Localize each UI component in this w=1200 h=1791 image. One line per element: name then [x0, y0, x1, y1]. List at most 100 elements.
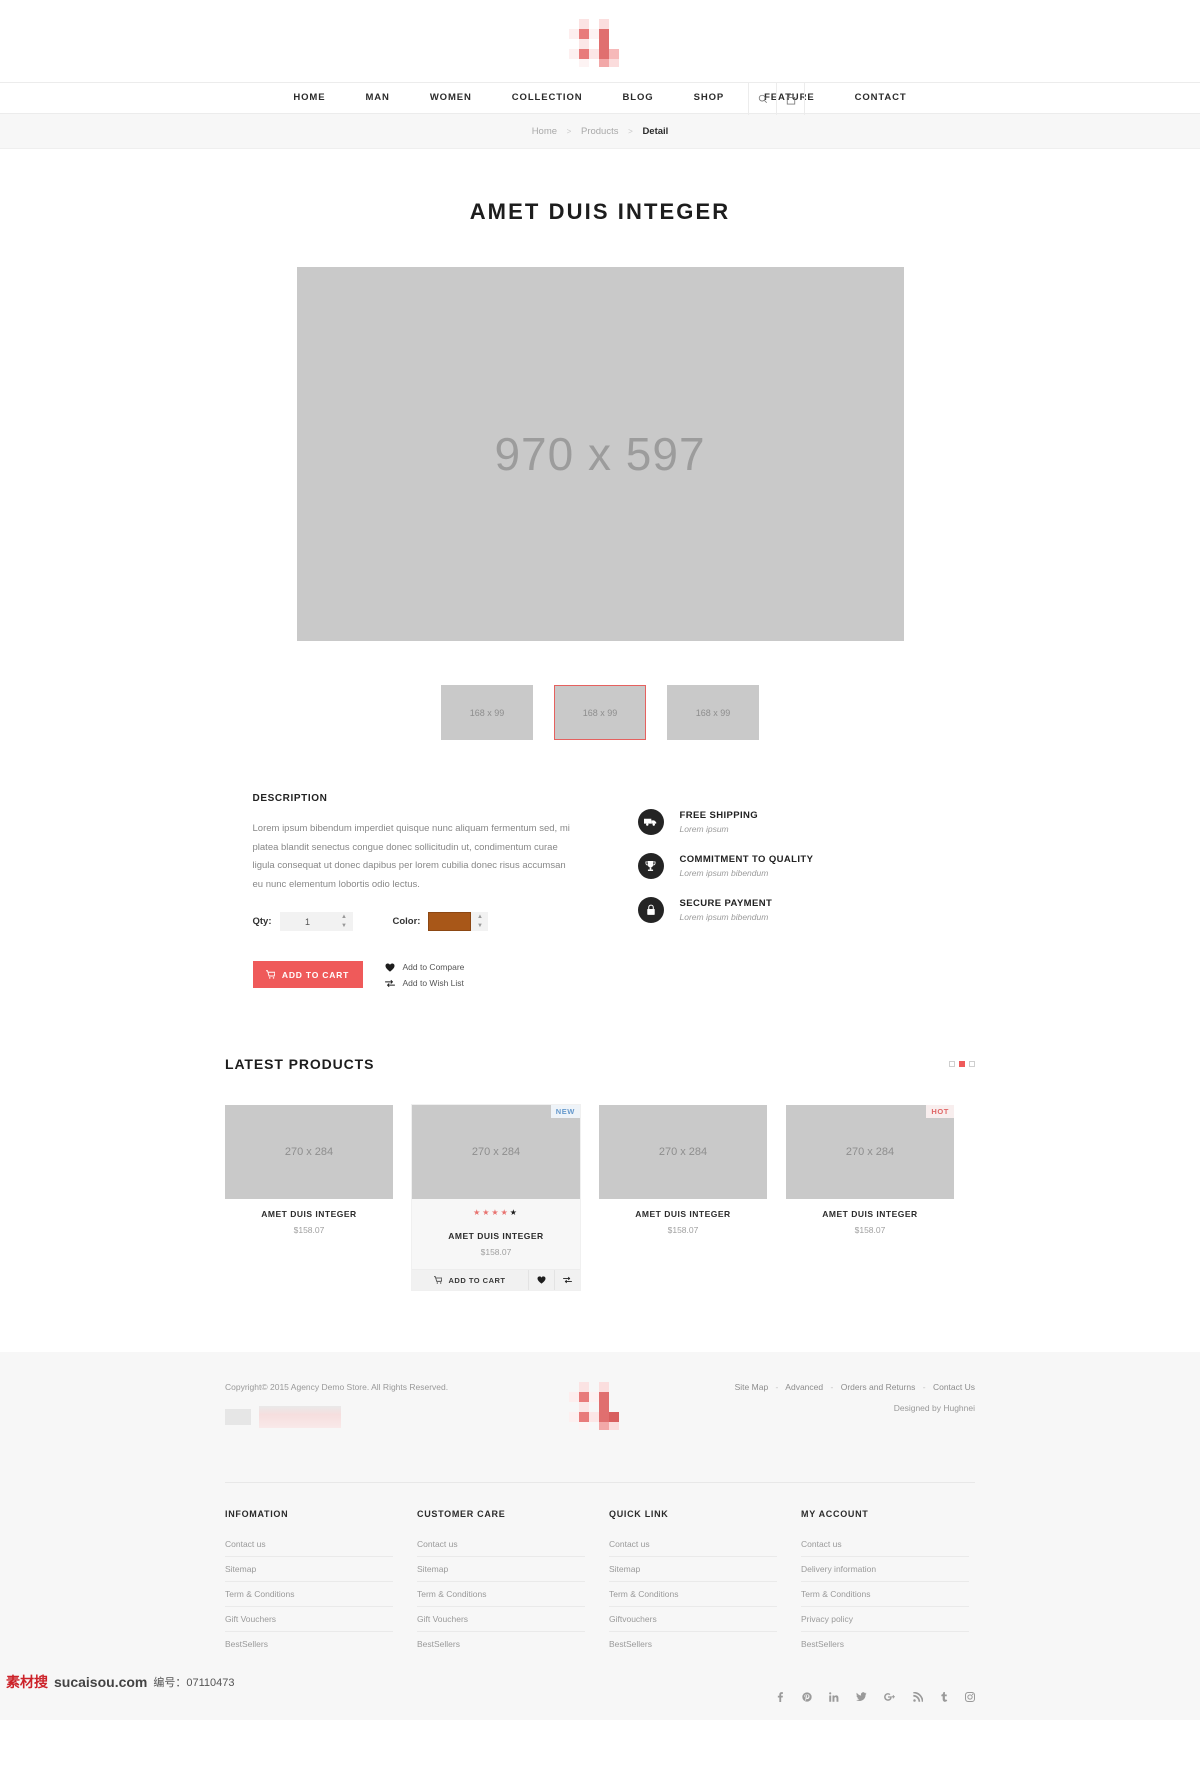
footer-logo[interactable]	[569, 1376, 631, 1437]
footer-col1-link2[interactable]: Term & Conditions	[417, 1582, 585, 1606]
nav-link-collection[interactable]: COLLECTION	[492, 82, 603, 114]
product-card[interactable]: 270 x 284 HOT AMET DUIS INTEGER $158.07	[786, 1105, 954, 1290]
add-to-compare-link[interactable]: Add to Compare	[384, 962, 464, 972]
pinterest-icon[interactable]	[802, 1692, 812, 1702]
card-add-to-cart-button[interactable]: ADD TO CART	[412, 1270, 528, 1291]
footer-link-contact-us[interactable]: Contact Us	[933, 1382, 975, 1392]
footer-col1-link1[interactable]: Sitemap	[417, 1557, 585, 1581]
truck-icon	[637, 809, 664, 835]
footer-col0-link2[interactable]: Term & Conditions	[225, 1582, 393, 1606]
footer-col2-link4[interactable]: BestSellers	[609, 1632, 777, 1656]
footer-link-orders-returns[interactable]: Orders and Returns	[841, 1382, 916, 1392]
quantity-up-icon[interactable]: ▲	[336, 912, 353, 922]
breadcrumb-home[interactable]: Home	[532, 126, 557, 137]
footer-column-my-account: MY ACCOUNT Contact us Delivery informati…	[801, 1509, 969, 1656]
nav-link-shop[interactable]: SHOP	[674, 82, 745, 114]
nav-link-home[interactable]: HOME	[273, 82, 345, 114]
color-down-icon[interactable]: ▼	[471, 922, 488, 932]
footer-col3-link1[interactable]: Delivery information	[801, 1557, 969, 1581]
footer-col2-link0[interactable]: Contact us	[609, 1532, 777, 1556]
product-thumbnail[interactable]: 168 x 99	[667, 685, 759, 740]
product-card-actions: ADD TO CART	[412, 1269, 580, 1291]
color-selector[interactable]: ▲ ▼	[428, 912, 489, 932]
product-card-price: $158.07	[854, 1225, 886, 1236]
google-plus-icon[interactable]	[884, 1692, 896, 1702]
color-stepper[interactable]: ▲ ▼	[471, 912, 489, 932]
footer-col1-link4[interactable]: BestSellers	[417, 1632, 585, 1656]
product-main-image[interactable]: 970 x 597	[296, 267, 904, 641]
tumblr-icon[interactable]	[940, 1692, 948, 1702]
cart-icon[interactable]	[777, 83, 804, 115]
footer-column-list: Contact us Sitemap Term & Conditions Gif…	[417, 1532, 585, 1656]
color-up-icon[interactable]: ▲	[471, 912, 488, 922]
list-item: Sitemap	[609, 1557, 777, 1583]
site-logo[interactable]	[569, 13, 631, 69]
carousel-dot[interactable]	[969, 1061, 975, 1068]
instagram-icon[interactable]	[965, 1692, 975, 1703]
footer-col1-link0[interactable]: Contact us	[417, 1532, 585, 1556]
breadcrumb-products[interactable]: Products	[581, 126, 619, 137]
footer-col3-link4[interactable]: BestSellers	[801, 1632, 969, 1656]
carousel-dot[interactable]	[949, 1061, 955, 1068]
add-to-cart-label: ADD TO CART	[281, 969, 350, 980]
product-card-image[interactable]: 270 x 284	[599, 1105, 767, 1200]
footer-column-list: Contact us Sitemap Term & Conditions Gif…	[609, 1532, 777, 1656]
search-icon[interactable]	[749, 83, 776, 115]
footer-col1-link3[interactable]: Gift Vouchers	[417, 1607, 585, 1631]
product-card-image[interactable]: 270 x 284	[225, 1105, 393, 1200]
product-card[interactable]: 270 x 284 AMET DUIS INTEGER $158.07	[599, 1105, 767, 1290]
cart-icon	[265, 970, 275, 979]
product-card-image[interactable]: 270 x 284 HOT	[786, 1105, 954, 1200]
footer-col2-link1[interactable]: Sitemap	[609, 1557, 777, 1581]
list-item: Term & Conditions	[609, 1582, 777, 1608]
twitter-icon[interactable]	[856, 1692, 867, 1702]
carousel-dot-active[interactable]	[959, 1061, 965, 1068]
quantity-stepper[interactable]: 1 ▲ ▼	[279, 912, 353, 932]
product-card-image-label: 270 x 284	[471, 1146, 521, 1159]
color-swatch[interactable]	[428, 912, 472, 932]
list-item: Term & Conditions	[225, 1582, 393, 1608]
footer-col3-link2[interactable]: Term & Conditions	[801, 1582, 969, 1606]
facebook-icon[interactable]	[775, 1692, 785, 1703]
footer-col3-link0[interactable]: Contact us	[801, 1532, 969, 1556]
list-item: Contact us	[225, 1532, 393, 1558]
quantity-value[interactable]: 1	[279, 912, 336, 932]
footer-link-sitemap[interactable]: Site Map	[735, 1382, 769, 1392]
footer-column-quick-link: QUICK LINK Contact us Sitemap Term & Con…	[609, 1509, 777, 1656]
footer-col2-link2[interactable]: Term & Conditions	[609, 1582, 777, 1606]
nav-link-contact[interactable]: CONTACT	[835, 82, 927, 114]
product-thumbnail-active[interactable]: 168 x 99	[554, 685, 646, 740]
footer-col0-link1[interactable]: Sitemap	[225, 1557, 393, 1581]
quantity-arrows[interactable]: ▲ ▼	[335, 912, 353, 932]
footer-col0-link4[interactable]: BestSellers	[225, 1632, 393, 1656]
color-arrows[interactable]: ▲ ▼	[471, 912, 489, 932]
heart-icon	[537, 1276, 546, 1284]
site-footer: Copyright© 2015 Agency Demo Store. All R…	[0, 1352, 1200, 1721]
footer-column-title: MY ACCOUNT	[801, 1509, 869, 1520]
carousel-pagination	[949, 1061, 975, 1068]
linkedin-icon[interactable]	[829, 1692, 839, 1702]
quantity-down-icon[interactable]: ▼	[336, 922, 353, 932]
card-compare-button[interactable]	[554, 1270, 580, 1291]
list-item: BestSellers	[417, 1632, 585, 1656]
nav-item-blog: BLOG	[603, 82, 674, 114]
card-wishlist-button[interactable]	[528, 1270, 554, 1291]
social-links	[775, 1692, 975, 1703]
list-item: Sitemap	[417, 1557, 585, 1583]
add-to-cart-button[interactable]: ADD TO CART	[252, 961, 363, 989]
footer-col2-link3[interactable]: Giftvouchers	[609, 1607, 777, 1631]
product-thumbnail[interactable]: 168 x 99	[441, 685, 533, 740]
product-card-hovered[interactable]: 270 x 284 NEW ★★★★★ AMET DUIS INTEGER $1…	[412, 1105, 580, 1291]
nav-link-man[interactable]: MAN	[345, 82, 409, 114]
footer-col3-link3[interactable]: Privacy policy	[801, 1607, 969, 1631]
footer-col0-link0[interactable]: Contact us	[225, 1532, 393, 1556]
rss-icon[interactable]	[913, 1692, 923, 1702]
product-card-image[interactable]: 270 x 284 NEW	[412, 1105, 580, 1200]
nav-link-blog[interactable]: BLOG	[603, 82, 674, 114]
nav-link-women[interactable]: WOMEN	[410, 82, 492, 114]
footer-col0-link3[interactable]: Gift Vouchers	[225, 1607, 393, 1631]
product-card[interactable]: 270 x 284 AMET DUIS INTEGER $158.07	[225, 1105, 393, 1290]
add-to-wishlist-label: Add to Wish List	[402, 978, 464, 989]
footer-link-advanced[interactable]: Advanced	[785, 1382, 823, 1392]
add-to-wishlist-link[interactable]: Add to Wish List	[384, 978, 465, 989]
